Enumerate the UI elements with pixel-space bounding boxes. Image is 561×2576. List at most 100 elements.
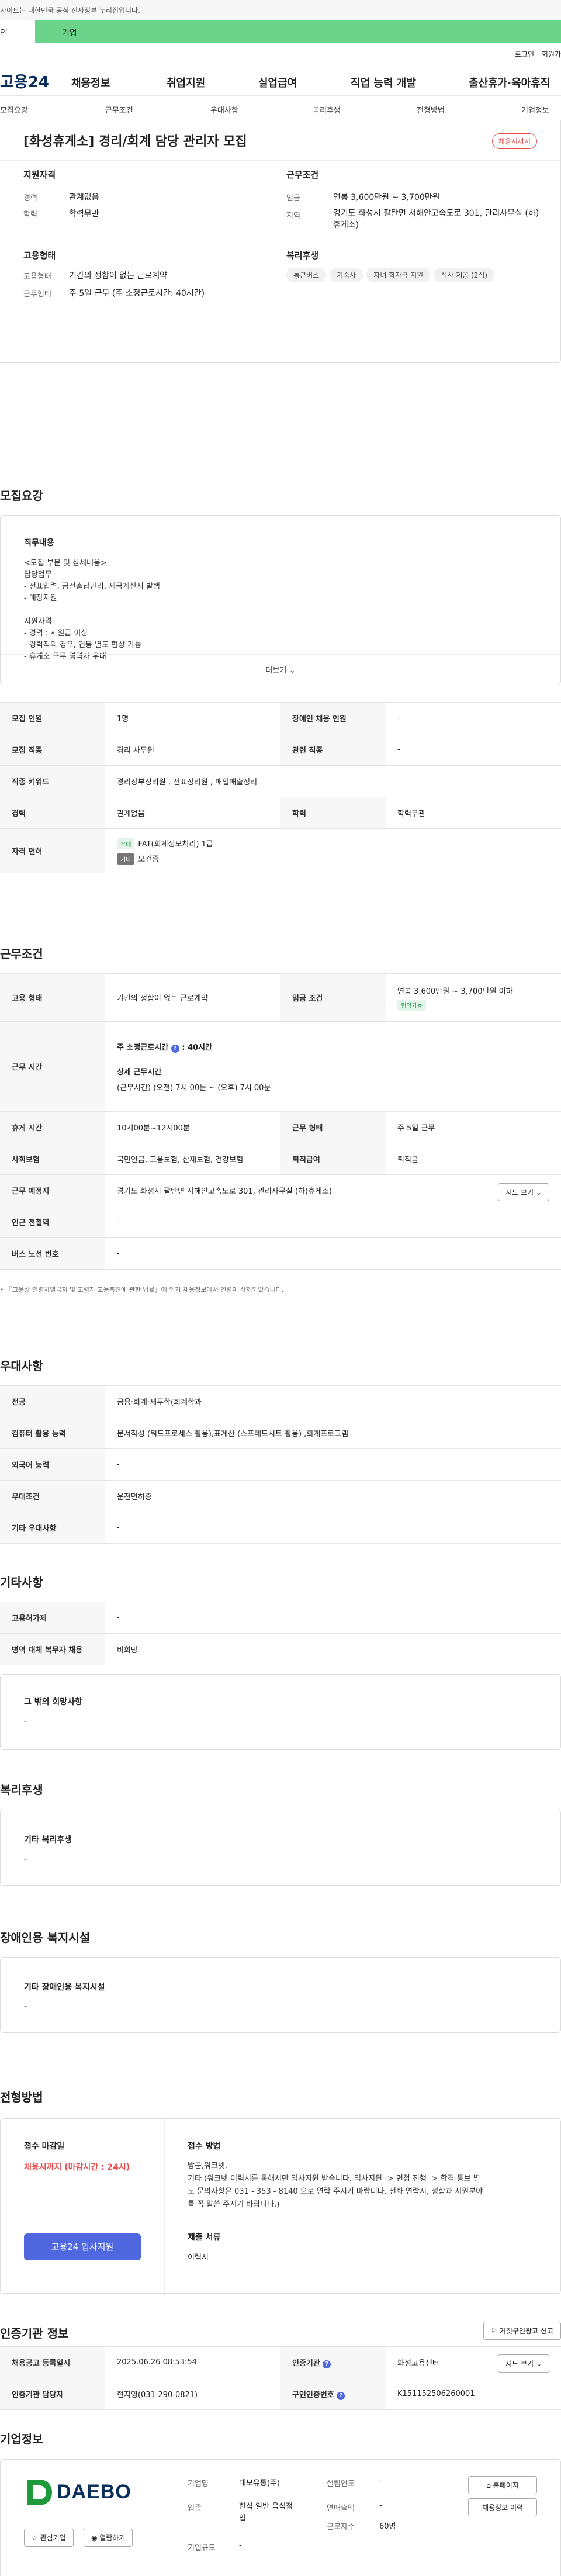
- job-summary-card: [화성휴게소] 경리/회계 담당 관리자 모집 채용시까지 지원자격 경력 관계…: [0, 120, 561, 363]
- info-icon[interactable]: ?: [171, 1044, 179, 1053]
- place-value: 경기도 화성시 팔탄면 서해안고속도로 301, 관리사무실 (하)휴게소) 지…: [105, 1174, 561, 1206]
- table-row: 버스 노선 번호 -: [0, 1237, 561, 1270]
- job-detail-line: - 경력직의 경우, 연봉 별도 협상 가능: [24, 641, 142, 649]
- other-wish-value: -: [24, 1717, 27, 1726]
- history-button[interactable]: 채용정보 이력: [468, 2498, 537, 2516]
- subnav-process[interactable]: 전형방법: [417, 104, 445, 115]
- site-logo[interactable]: 고용24: [0, 70, 49, 92]
- table-row: 병역 대체 복무자 채용 비희망: [0, 1633, 561, 1665]
- table-row: 직종 키워드 경리장부정리원 , 전표정리원 , 매입매출정리: [0, 765, 561, 797]
- pref-value: -: [105, 1448, 561, 1481]
- disab-section: 장애인용 복지시설 기타 장애인용 복지시설 -: [0, 1931, 561, 2070]
- auth-table: 채용공고 등록일시 2025.06.26 08:53:54 인증기관 ? 화성고…: [0, 2346, 561, 2410]
- favorite-company-button[interactable]: ☆ 관심기업: [24, 2529, 74, 2547]
- chevron-down-icon: ⌄: [289, 666, 296, 675]
- keyword-value: 경리장부정리원 , 전표정리원 , 매입매출정리: [105, 765, 561, 797]
- table-row: 사회보험 국민연금, 고용보험, 산재보험, 건강보험 퇴직급여 퇴직금: [0, 1143, 561, 1175]
- pref-key: 컴퓨터 활용 능력: [0, 1417, 105, 1449]
- other-wish-box: 그 밖의 희망사항 -: [0, 1674, 561, 1750]
- org-value: 화성고용센터 지도 보기 ⌄: [386, 2346, 561, 2378]
- edu-key: 학력: [280, 797, 386, 829]
- info-icon[interactable]: ?: [323, 2360, 331, 2368]
- menu-employment-support[interactable]: 취업지원: [167, 75, 205, 90]
- benefit-heading: 복리후생: [0, 1783, 43, 1797]
- subnav-work[interactable]: 근무조건: [105, 104, 133, 115]
- view-button[interactable]: ◉ 열람하기: [84, 2529, 133, 2547]
- gov-banner-text: 사이트는 대한민국 공식 전자정부 누리집입니다.: [0, 6, 140, 15]
- employees-key: 근로자수: [327, 2523, 355, 2532]
- auth-section: 인증기관 정보 ⚐ 거짓구인광고 신고 채용공고 등록일시 2025.06.26…: [0, 2316, 561, 2436]
- homepage-button[interactable]: ⌂ 홈페이지: [468, 2476, 537, 2494]
- pref-key: 전공: [0, 1385, 105, 1417]
- method-line: 기타 (워크넷 이력서를 통해서만 입사지원 받습니다. 입사지원 -> 면접 …: [188, 2174, 480, 2183]
- subnav-pref[interactable]: 우대사항: [210, 104, 238, 115]
- method-line: 방문,워크넷,: [188, 2162, 228, 2170]
- tab-personal[interactable]: 인: [0, 20, 35, 43]
- job-value: 경리 사무원: [105, 734, 280, 766]
- cond-region-value: 경기도 화성시 팔탄면 서해안고속도로 301, 관리사무실 (하)휴게소): [333, 209, 539, 230]
- work-section: 근무조건 고용 형태 기간의 정함이 없는 근로계약 임금 조건 연봉 3,60…: [0, 947, 561, 1360]
- subnav-welfare[interactable]: 복리후생: [313, 104, 341, 115]
- menu-skill-development[interactable]: 직업 능력 개발: [351, 75, 416, 90]
- reg-key: 채용공고 등록일시: [0, 2346, 105, 2378]
- company-logo-text: DAEBO: [57, 2481, 131, 2503]
- work-heading: 근무조건: [0, 947, 43, 961]
- job-detail-line: - 매장지원: [24, 594, 57, 603]
- divider: [164, 2119, 165, 2293]
- wage-key: 임금 조건: [280, 973, 386, 1022]
- id-value: K151152506260001: [386, 2378, 561, 2410]
- login-link[interactable]: 로그인: [515, 49, 534, 59]
- map-button[interactable]: 지도 보기 ⌄: [498, 2354, 549, 2373]
- employ-form-key: 근무형태: [23, 290, 51, 299]
- chevron-down-icon: ⌄: [535, 2360, 542, 2368]
- cond-region-key: 지역: [286, 212, 300, 220]
- sales-key: 연매출액: [327, 2504, 355, 2513]
- wage-value: 연봉 3,600만원 ~ 3,700만원 이하 협의가능: [386, 973, 561, 1022]
- etc-table: 고용허가제 - 병역 대체 복무자 채용 비희망: [0, 1602, 561, 1665]
- disab-heading: 장애인용 복지시설: [0, 1931, 91, 1945]
- qual-edu-key: 학력: [23, 210, 37, 219]
- menu-unemployment-benefit[interactable]: 실업급여: [258, 75, 297, 90]
- subnav-company[interactable]: 기업정보: [521, 104, 549, 115]
- pref-table: 전공 금융·회계·세무학(회계학과 컴퓨터 활용 능력 문서작성 (워드프로세스 활용…: [0, 1385, 561, 1544]
- station-key: 인근 전철역: [0, 1206, 105, 1238]
- welfare-chip: 통근버스: [286, 268, 327, 282]
- wage-text: 연봉 3,600만원 ~ 3,700만원 이하: [397, 987, 513, 996]
- benefit-value: -: [24, 1855, 27, 1864]
- welfare-chip: 기숙사: [330, 268, 363, 282]
- gov-banner: 사이트는 대한민국 공식 전자정부 누리집입니다.: [0, 0, 561, 20]
- insurance-value: 국민연금, 고용보험, 산재보험, 건강보험: [105, 1143, 280, 1175]
- map-button[interactable]: 지도 보기 ⌄: [498, 1183, 549, 1201]
- hours-main-value: : 40시간: [182, 1043, 213, 1052]
- license-value: 우대 FAT(회계정보처리) 1급 기타 보건증: [105, 828, 561, 873]
- industry-value: 한식 일반 음식점 업: [239, 2501, 293, 2525]
- menu-jobs[interactable]: 채용정보: [71, 75, 110, 90]
- menu-parental-leave[interactable]: 출산휴가·육아휴직: [469, 75, 550, 90]
- military-value: 비희망: [105, 1633, 561, 1665]
- fraud-report-button[interactable]: ⚐ 거짓구인광고 신고: [483, 2322, 561, 2340]
- status-badge: 채용시까지: [491, 133, 537, 149]
- more-button[interactable]: 더보기 ⌄: [1, 664, 560, 675]
- job-detail-line: - 휴게소 근무 경력자 우대: [24, 652, 106, 661]
- pref-key: 외국어 능력: [0, 1448, 105, 1481]
- table-row: 자격 면허 우대 FAT(회계정보처리) 1급 기타 보건증: [0, 828, 561, 873]
- age-note: • 『고용상 연령차별금지 및 고령자 고용촉진에 관한 법률』에 의거 채용정…: [0, 1286, 284, 1294]
- utility-bar: 로그인 회원가: [0, 43, 561, 62]
- mgr-key: 인증기관 담당자: [0, 2378, 105, 2410]
- global-nav: 고용24 채용정보 취업지원 실업급여 직업 능력 개발 출산휴가·육아휴직: [0, 62, 561, 96]
- etc-tag: 기타: [117, 853, 135, 865]
- tab-company[interactable]: 기업: [35, 20, 561, 43]
- table-row: 외국어 능력 -: [0, 1448, 561, 1481]
- info-icon[interactable]: ?: [337, 2391, 345, 2400]
- disabled-key: 장애인 채용 인원: [280, 702, 386, 734]
- fraud-report-label: 거짓구인광고 신고: [499, 2327, 553, 2335]
- license-item: FAT(회계정보처리) 1급: [138, 839, 213, 849]
- table-row: 우대조건 운전면허증: [0, 1480, 561, 1512]
- hours-value: 주 소정근로시간 ? : 40시간 상세 근무시간 (근무시간) (오전) 7시…: [105, 1021, 561, 1112]
- subnav-recruit[interactable]: 모집요강: [0, 104, 28, 115]
- hours-main-label: 주 소정근로시간: [117, 1043, 169, 1052]
- founded-key: 설립연도: [327, 2480, 355, 2488]
- apply-button[interactable]: 고용24 입사지원: [24, 2233, 141, 2260]
- org-key: 인증기관 ?: [280, 2346, 386, 2378]
- join-link[interactable]: 회원가: [542, 49, 561, 59]
